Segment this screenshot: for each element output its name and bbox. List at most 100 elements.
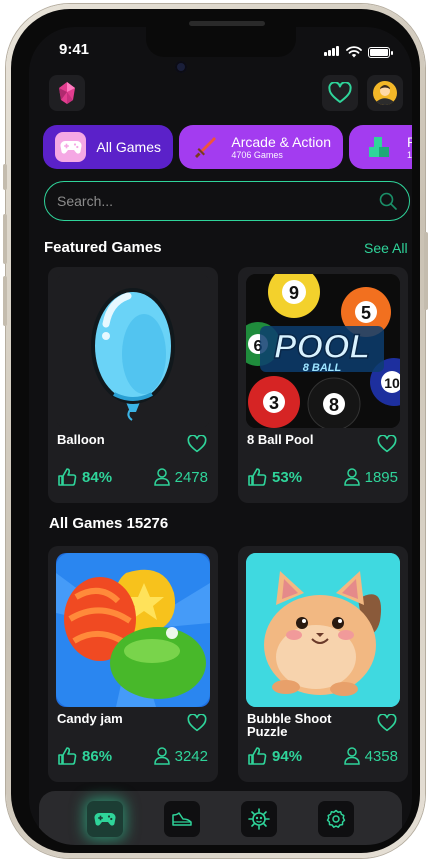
chip-arcade-action[interactable]: Arcade & Action 4706 Games [179, 125, 343, 169]
player-count: 4358 [364, 747, 398, 765]
user-icon [343, 468, 360, 486]
heart-outline-icon [328, 82, 352, 103]
search-bar[interactable] [44, 181, 410, 221]
ball-number: 5 [361, 303, 371, 323]
speaker-grille [189, 21, 265, 26]
user-icon [153, 747, 170, 765]
game-thumbnail [56, 553, 210, 707]
like-percent-unit: % [288, 468, 303, 486]
search-input[interactable] [57, 193, 379, 209]
game-name: Balloon [57, 432, 105, 447]
favorites-button[interactable] [322, 75, 358, 111]
like-stat: 86% [57, 746, 112, 766]
thumbs-up-icon [248, 468, 267, 486]
player-stat: 3242 [153, 747, 208, 765]
like-percent: 53 [272, 468, 289, 486]
featured-title: Featured Games [44, 239, 162, 256]
game-thumbnail [56, 274, 210, 428]
player-stat: 4358 [343, 747, 398, 765]
nav-activity[interactable] [164, 801, 201, 837]
game-thumbnail [246, 553, 400, 707]
candy-image [56, 553, 210, 707]
like-stat: 94% [247, 746, 302, 766]
game-card[interactable]: 9 5 6 3 8 10 POOL 8 BALL 8 Ball Pool 53 … [238, 267, 408, 503]
app-screen: 9:41 All Games Arcade & Action 4706 Game… [29, 27, 412, 845]
game-thumbnail: 9 5 6 3 8 10 POOL 8 BALL [246, 274, 400, 428]
like-percent: 86 [82, 747, 99, 765]
notch [145, 27, 296, 57]
nav-settings[interactable] [317, 801, 354, 837]
like-percent-unit: % [98, 747, 113, 765]
chip-label: Pu [407, 134, 412, 150]
ball-number: 9 [289, 283, 299, 303]
wifi-icon [346, 46, 362, 58]
pool-logo-word: POOL [274, 328, 370, 366]
heart-outline-icon[interactable] [187, 435, 207, 453]
sneaker-icon [172, 812, 192, 826]
chip-icon-bg [361, 132, 397, 162]
status-time: 9:41 [59, 41, 90, 58]
battery-icon [368, 46, 393, 58]
heart-outline-icon[interactable] [377, 714, 397, 732]
chip-text: Pu 15 [407, 134, 412, 160]
virus-icon [248, 808, 270, 830]
game-stats: 86% 3242 [57, 746, 208, 766]
see-all-link[interactable]: See All [364, 240, 408, 256]
search-icon[interactable] [379, 192, 397, 210]
chip-puzzle[interactable]: Pu 15 [349, 125, 412, 169]
player-count: 3242 [174, 747, 208, 765]
power-button [424, 232, 428, 310]
gem-icon [59, 82, 75, 104]
game-card[interactable]: Balloon 84% 2478 [48, 267, 218, 503]
like-stat: 53% [247, 467, 302, 487]
balloon-image [91, 288, 175, 421]
bottom-nav [39, 791, 402, 845]
mute-switch [3, 164, 7, 190]
thumbs-up-icon [58, 468, 77, 486]
cat-image [246, 553, 400, 707]
profile-button[interactable] [367, 75, 403, 111]
heart-outline-icon[interactable] [377, 435, 397, 453]
thumbs-up-icon [58, 747, 77, 765]
player-count: 2478 [174, 468, 208, 486]
phone-frame: 9:41 All Games Arcade & Action 4706 Game… [3, 4, 428, 858]
chip-icon-bg [55, 132, 87, 162]
chip-label: All Games [96, 139, 161, 155]
category-chips: All Games Arcade & Action 4706 Games P 1 [43, 125, 412, 169]
sword-icon [195, 137, 217, 158]
ball-number: 10 [384, 375, 400, 391]
gamepad-icon [60, 140, 82, 154]
user-icon [343, 747, 360, 765]
game-card[interactable]: Candy jam 86% 3242 [48, 546, 218, 782]
like-percent: 94 [272, 747, 289, 765]
game-card[interactable]: Bubble Shoot Puzzle 94% 4358 [238, 546, 408, 782]
user-icon [153, 468, 170, 486]
player-stat: 2478 [153, 468, 208, 486]
game-stats: 53% 1895 [247, 467, 398, 487]
player-count: 1895 [364, 468, 398, 486]
gem-button[interactable] [49, 75, 85, 111]
game-stats: 94% 4358 [247, 746, 398, 766]
signal-icon [324, 43, 340, 61]
game-name: Candy jam [57, 711, 123, 726]
chip-text: Arcade & Action 4706 Games [231, 134, 331, 160]
chip-count: 15 [407, 150, 412, 160]
game-name: Bubble Shoot Puzzle [247, 711, 332, 739]
volume-down-button [3, 276, 7, 326]
ball-number: 8 [329, 395, 339, 415]
thumbs-up-icon [248, 747, 267, 765]
nav-social[interactable] [240, 801, 277, 837]
gear-icon [326, 809, 345, 828]
status-icons [324, 43, 393, 61]
nav-games[interactable] [87, 801, 124, 837]
heart-outline-icon[interactable] [187, 714, 207, 732]
volume-up-button [3, 214, 7, 264]
like-stat: 84% [57, 467, 112, 487]
chip-all-games[interactable]: All Games [43, 125, 173, 169]
like-percent: 84 [82, 468, 99, 486]
player-stat: 1895 [343, 468, 398, 486]
ball-number: 3 [269, 393, 279, 413]
gamepad-icon [94, 812, 116, 826]
chip-text: All Games [96, 139, 161, 155]
chip-label: Arcade & Action [231, 134, 331, 150]
